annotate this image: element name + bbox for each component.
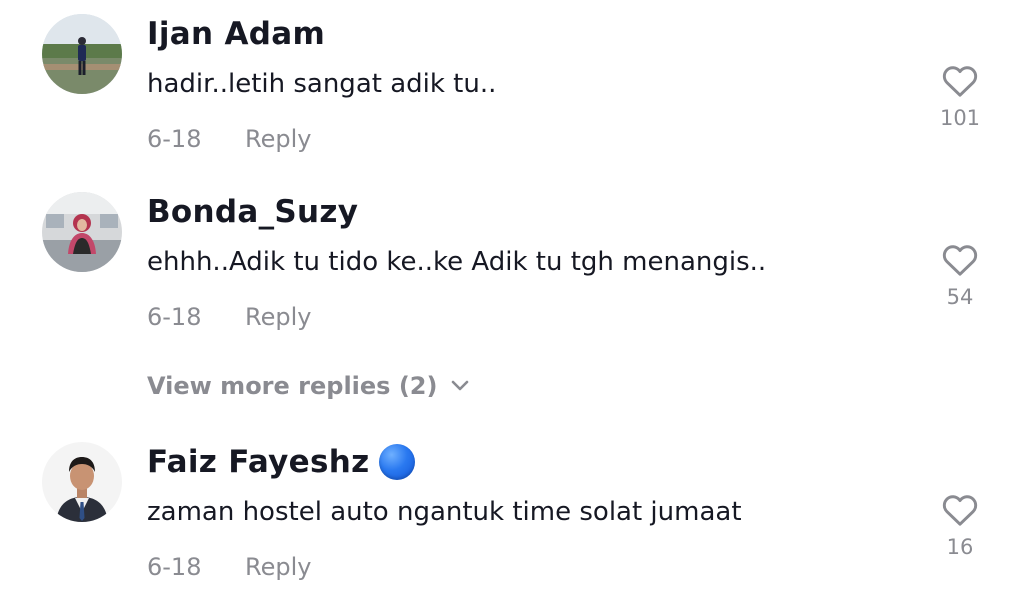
comment-date: 6-18: [147, 303, 202, 331]
comment-username[interactable]: Bonda_Suzy: [147, 194, 358, 230]
like-count: 16: [946, 535, 974, 559]
comment-username[interactable]: Ijan Adam: [147, 16, 325, 52]
comment-meta: 6-18 Reply: [147, 303, 311, 331]
comment-text: hadir..letih sangat adik tu..: [147, 69, 497, 99]
avatar[interactable]: [42, 14, 122, 94]
comment-list: Ijan Adam hadir..letih sangat adik tu.. …: [0, 0, 1034, 608]
avatar[interactable]: [42, 442, 122, 522]
like-button[interactable]: 54: [930, 243, 990, 309]
comment-username[interactable]: Faiz Fayeshz: [147, 444, 416, 480]
avatar-image: [42, 14, 122, 94]
like-count: 54: [946, 285, 974, 309]
heart-outline-icon: [942, 66, 978, 97]
comment-date: 6-18: [147, 125, 202, 153]
reply-button[interactable]: Reply: [245, 553, 311, 581]
verified-badge-icon: [379, 444, 416, 480]
reply-button[interactable]: Reply: [245, 303, 311, 331]
avatar-image: [42, 192, 122, 272]
view-more-replies-label: View more replies (2): [147, 372, 438, 400]
comment-meta: 6-18 Reply: [147, 553, 311, 581]
username-text: Bonda_Suzy: [147, 194, 359, 230]
heart-outline-icon: [942, 495, 978, 526]
avatar-image: [42, 442, 122, 522]
view-more-replies-button[interactable]: View more replies (2): [147, 372, 469, 400]
username-text: Ijan Adam: [147, 16, 326, 52]
avatar[interactable]: [42, 192, 122, 272]
reply-button[interactable]: Reply: [245, 125, 311, 153]
like-count: 101: [939, 106, 981, 130]
comment-text: ehhh..Adik tu tido ke..ke Adik tu tgh me…: [147, 247, 767, 277]
comment-meta: 6-18 Reply: [147, 125, 311, 153]
comment-text: zaman hostel auto ngantuk time solat jum…: [147, 497, 742, 527]
comment-date: 6-18: [147, 553, 202, 581]
like-button[interactable]: 101: [930, 64, 990, 130]
like-button[interactable]: 16: [930, 493, 990, 559]
chevron-down-icon: [452, 380, 469, 391]
heart-outline-icon: [942, 245, 978, 276]
username-text: Faiz Fayeshz: [147, 444, 370, 480]
